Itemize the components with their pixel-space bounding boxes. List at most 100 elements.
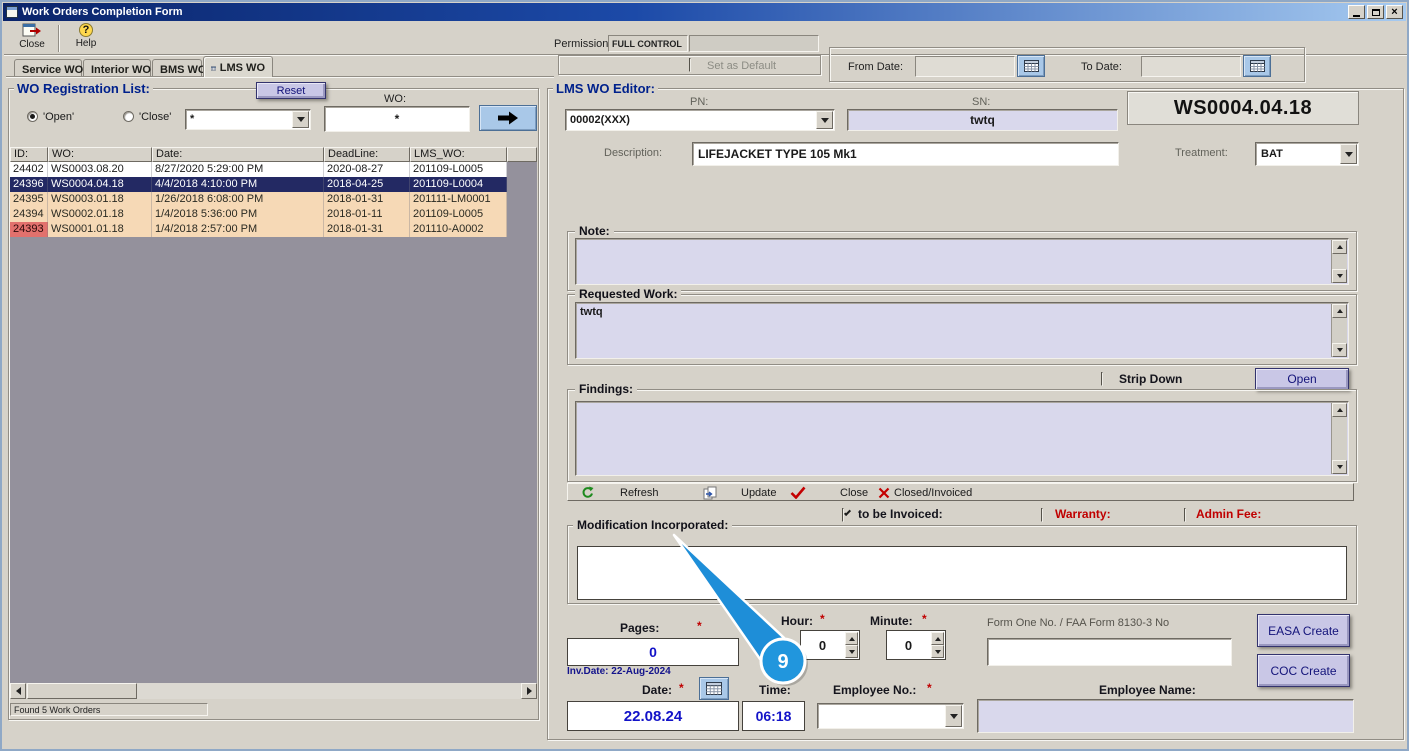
description-field[interactable]: LIFEJACKET TYPE 105 Mk1 [692,142,1119,166]
scroll-left-button[interactable] [10,683,26,699]
close-window-button[interactable]: × [1386,5,1403,19]
tab-strip-underline [6,76,554,78]
set-default-checkbox[interactable] [689,58,691,72]
table-row[interactable]: 24393 WS0001.01.18 1/4/2018 2:57:00 PM 2… [10,222,537,237]
wo-search-input[interactable]: * [324,106,470,132]
date-field[interactable]: 22.08.24 [567,701,739,731]
help-button[interactable]: ? Help [62,23,110,53]
hour-spinner[interactable]: 0 [800,630,860,660]
close-radio[interactable] [123,111,134,122]
treatment-dropdown[interactable]: BAT [1255,142,1359,166]
requested-work-textarea[interactable]: twtq [575,302,1349,359]
note-textarea[interactable] [575,238,1349,285]
reset-button[interactable]: Reset [256,82,326,99]
coc-create-button[interactable]: COC Create [1257,654,1350,687]
cell-date: 4/4/2018 4:10:00 PM [152,177,324,192]
update-button[interactable]: Update [703,485,776,500]
tab-lms-wo[interactable]: LMS WO [203,56,273,77]
pn-dropdown-button[interactable] [816,111,833,129]
red-check-icon [790,486,806,499]
findings-scrollbar[interactable] [1331,403,1347,474]
to-date-input[interactable] [1141,56,1241,77]
minimize-button[interactable] [1348,5,1365,19]
minute-up-button[interactable] [931,632,944,645]
table-row[interactable]: 24402 WS0003.08.20 8/27/2020 5:29:00 PM … [10,162,537,177]
form-one-field[interactable] [987,638,1232,666]
findings-textarea[interactable] [575,401,1349,476]
close-wo-button[interactable]: Close [790,485,868,500]
date-calendar-button[interactable] [699,677,729,700]
minute-down-button[interactable] [931,645,944,658]
coc-create-label: COC Create [1270,663,1337,678]
hour-spinner-buttons [845,632,858,658]
table-horizontal-scrollbar[interactable] [10,683,537,699]
sn-field[interactable]: twtq [847,109,1118,131]
tab-interior-wo[interactable]: Interior WO [83,59,151,77]
wo-filter-label: WO: [384,93,406,105]
easa-create-button[interactable]: EASA Create [1257,614,1350,647]
table-row[interactable]: 24395 WS0003.01.18 1/26/2018 6:08:00 PM … [10,192,537,207]
employee-name-field[interactable] [977,699,1354,733]
treatment-dropdown-button[interactable] [1340,144,1357,164]
help-icon: ? [79,23,93,37]
update-label: Update [741,486,777,499]
table-row-selected[interactable]: 24396 WS0004.04.18 4/4/2018 4:10:00 PM 2… [10,177,537,192]
open-button[interactable]: Open [1255,368,1349,390]
column-header-id[interactable]: ID: [10,147,48,162]
column-header-date[interactable]: Date: [152,147,324,162]
pn-value: 00002(XXX) [570,114,630,126]
closed-invoiced-button[interactable]: Closed/Invoiced [878,485,972,500]
scroll-up-button[interactable] [1332,403,1347,417]
column-header-wo[interactable]: WO: [48,147,152,162]
column-header-deadline[interactable]: DeadLine: [324,147,410,162]
modification-label: Modification Incorporated: [573,518,733,532]
scroll-down-button[interactable] [1332,269,1347,283]
column-header-lms-wo[interactable]: LMS_WO: [410,147,507,162]
open-button-label: Open [1287,372,1317,386]
from-date-input[interactable] [915,56,1015,77]
strip-down-checkbox[interactable] [1101,372,1103,386]
employee-no-dropdown[interactable] [817,703,964,729]
note-scrollbar[interactable] [1331,240,1347,283]
scroll-up-button[interactable] [1332,240,1347,254]
scroll-up-button[interactable] [1332,304,1347,318]
spinner-up-icon [848,636,855,641]
hour-down-button[interactable] [845,645,858,658]
tab-bms-wo[interactable]: BMS WO [152,59,206,77]
modification-textarea[interactable] [577,546,1347,600]
table-row[interactable]: 24394 WS0002.01.18 1/4/2018 5:36:00 PM 2… [10,207,537,222]
description-label: Description: [604,147,663,159]
sn-label: SN: [972,96,991,108]
tab-service-wo[interactable]: Service WO [14,59,84,77]
date-range-group: From Date: To Date: [829,47,1305,82]
scroll-down-button[interactable] [1332,343,1347,357]
pn-dropdown[interactable]: 00002(XXX) [565,109,835,131]
warranty-checkbox[interactable] [1041,508,1043,522]
hour-up-button[interactable] [845,632,858,645]
employee-no-dropdown-button[interactable] [945,705,962,727]
scroll-right-button[interactable] [521,683,537,699]
requested-work-scrollbar[interactable] [1331,304,1347,357]
open-radio[interactable] [27,111,38,122]
refresh-button[interactable]: Refresh [581,485,659,500]
toolbar-separator [58,25,60,52]
time-field[interactable]: 06:18 [742,701,805,731]
scrollbar-thumb[interactable] [27,683,137,699]
wo-filter-dropdown[interactable]: * [185,109,311,130]
cell-deadline: 2018-04-25 [324,177,410,192]
pages-field[interactable]: 0 [567,638,739,666]
close-form-button[interactable]: Close [8,23,56,53]
wo-registration-title: WO Registration List: [14,81,153,96]
restore-button[interactable] [1367,5,1384,19]
to-date-calendar-button[interactable] [1243,55,1271,77]
tab-service-wo-label: Service WO [22,63,84,76]
to-be-invoiced-checkbox[interactable] [842,508,852,522]
scroll-down-button[interactable] [1332,460,1347,474]
chevron-down-icon [949,713,958,719]
admin-fee-checkbox[interactable] [1184,508,1186,522]
wo-filter-dropdown-button[interactable] [292,111,309,128]
search-go-button[interactable] [479,105,537,131]
permission-extra-field [689,35,819,52]
from-date-calendar-button[interactable] [1017,55,1045,77]
minute-spinner[interactable]: 0 [886,630,946,660]
